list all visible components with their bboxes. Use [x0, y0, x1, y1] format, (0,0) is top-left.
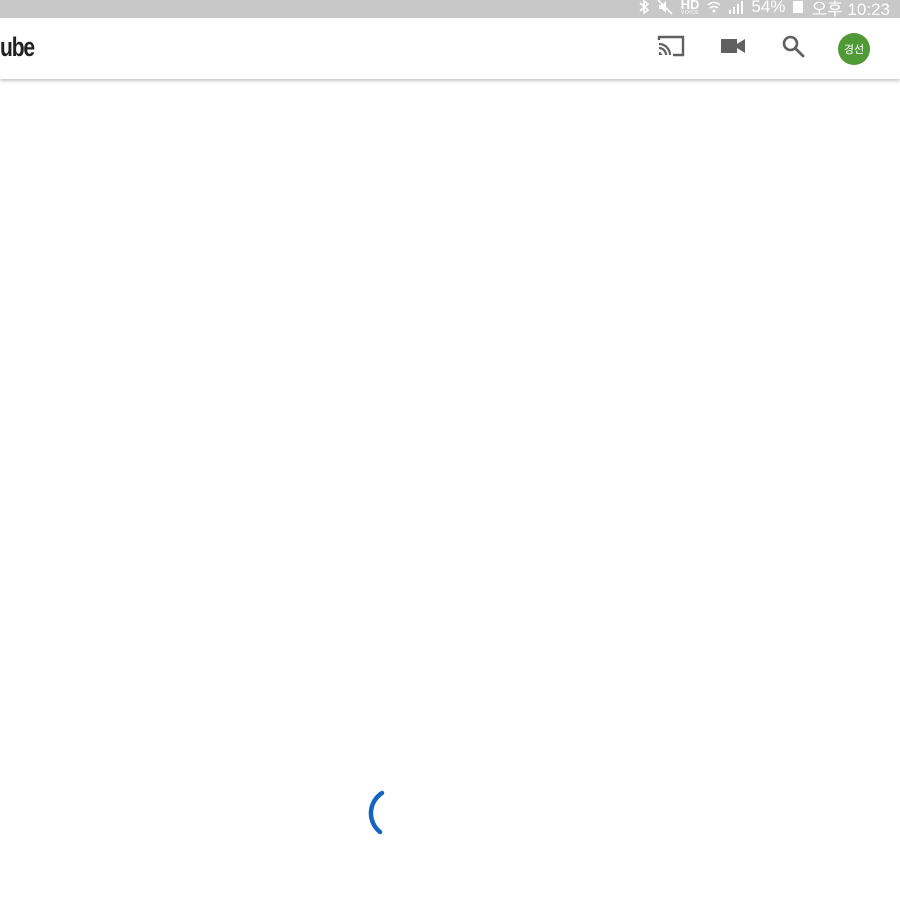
- signal-icon: [729, 0, 744, 14]
- search-icon: [781, 34, 805, 63]
- mute-icon: [657, 0, 673, 15]
- wifi-icon: [707, 0, 721, 14]
- battery-percent: 54%: [751, 0, 786, 16]
- camera-icon: [720, 37, 746, 60]
- spinner-arc: [368, 790, 385, 835]
- cast-icon: [656, 34, 686, 63]
- app-bar: ube 경선: [0, 18, 900, 79]
- voice-label: VOICE: [681, 10, 700, 16]
- main-content: [0, 79, 900, 900]
- status-time: 오후 10:23: [811, 0, 890, 18]
- status-icons: HD VOICE 54% 오후 10:23: [639, 0, 890, 18]
- upload-video-button[interactable]: [716, 31, 750, 65]
- account-avatar[interactable]: 경선: [838, 33, 870, 65]
- battery-icon: [793, 1, 804, 13]
- status-bar: HD VOICE 54% 오후 10:23: [0, 0, 900, 18]
- youtube-logo-text[interactable]: ube: [0, 32, 35, 63]
- cast-button[interactable]: [654, 31, 688, 65]
- search-button[interactable]: [776, 31, 810, 65]
- bluetooth-icon: [639, 0, 649, 15]
- hd-voice-icon: HD VOICE: [681, 0, 700, 16]
- loading-spinner: [368, 790, 385, 835]
